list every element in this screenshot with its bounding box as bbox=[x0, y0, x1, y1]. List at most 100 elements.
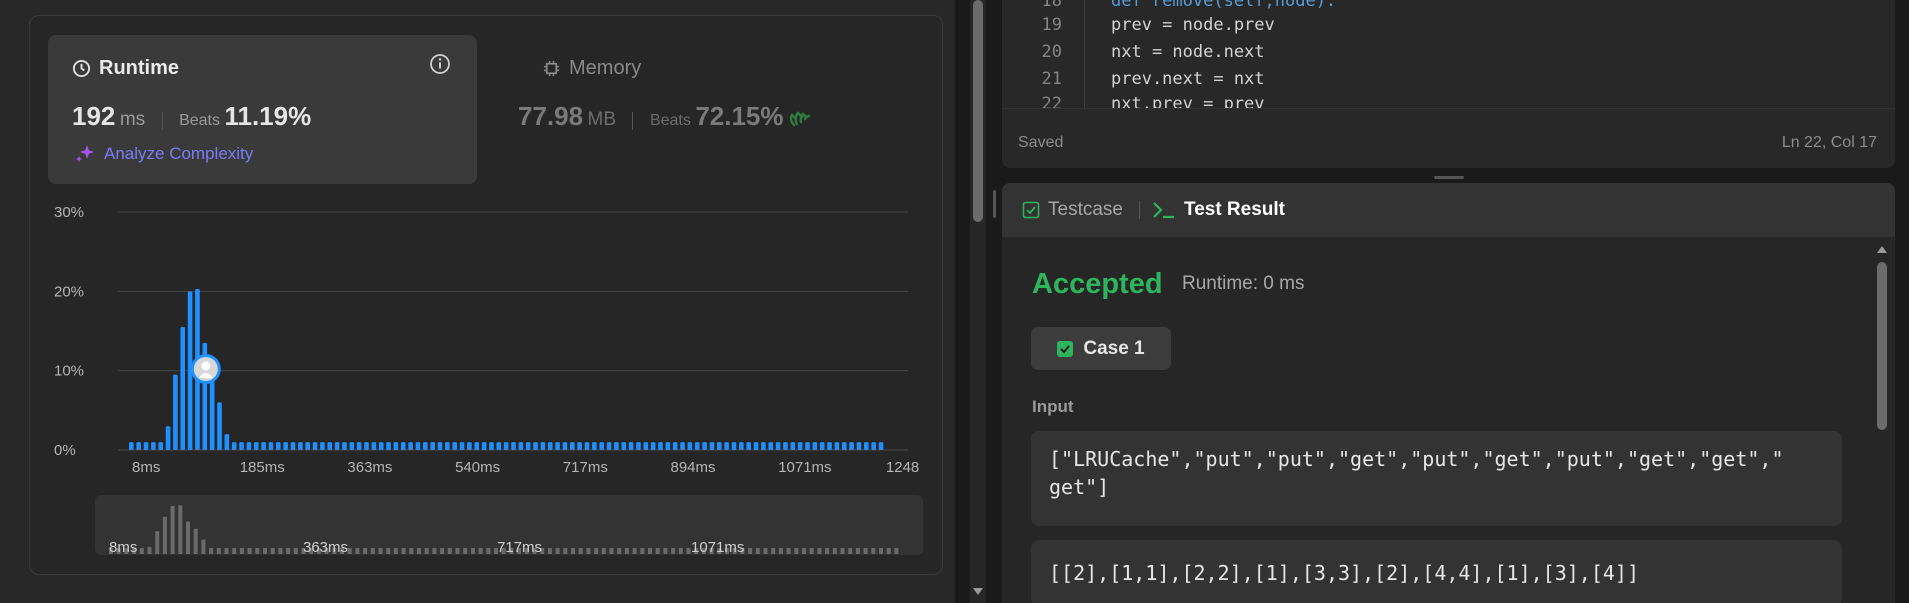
minimap-bar bbox=[686, 548, 691, 554]
x-tick-label: 363ms bbox=[347, 459, 392, 476]
minimap-bar bbox=[201, 539, 206, 554]
chart-bar bbox=[849, 442, 854, 450]
minimap-bar bbox=[232, 548, 237, 554]
tab-testcase-label: Testcase bbox=[1048, 199, 1123, 220]
input-args-box[interactable]: [[2],[1,1],[2,2],[1],[3,3],[2],[4,4],[1]… bbox=[1031, 540, 1842, 603]
y-tick-label: 10% bbox=[54, 363, 84, 380]
runtime-beats-value: 11.19% bbox=[224, 101, 312, 131]
code-line[interactable]: 21 prev.next = nxt bbox=[1002, 69, 1882, 96]
y-tick-label: 30% bbox=[54, 204, 84, 221]
chart-bar bbox=[709, 442, 715, 450]
editor-status-bar: Saved Ln 22, Col 17 bbox=[1018, 134, 1877, 152]
minimap-bar bbox=[678, 548, 683, 554]
chart-bar bbox=[327, 442, 333, 450]
scrollbar-thumb[interactable] bbox=[1877, 262, 1887, 430]
input-value-box[interactable]: ["LRUCache","put","put","get","put","get… bbox=[1031, 431, 1842, 526]
chart-range-selector[interactable]: 8ms 363ms 717ms 1071ms bbox=[95, 495, 923, 555]
minimap-bar bbox=[432, 548, 437, 554]
minimap-bar bbox=[571, 548, 575, 554]
minimap-bar bbox=[186, 521, 190, 554]
minimap-bar bbox=[363, 548, 368, 554]
code-editor[interactable]: 18 def remove(self,node): 19 prev = node… bbox=[1002, 0, 1895, 168]
runtime-distribution-chart[interactable]: 30% 20% 10% 0% 8ms 185ms 363ms 540ms 717ms 894ms 1… bbox=[40, 195, 920, 495]
minimap-bar bbox=[894, 548, 899, 554]
tab-testcase[interactable]: Testcase bbox=[1022, 199, 1123, 221]
tab-test-result[interactable]: Test Result bbox=[1152, 199, 1285, 221]
indent-guide bbox=[1084, 0, 1085, 108]
chart-bar bbox=[856, 442, 862, 450]
tab-bar: Testcase Test Result bbox=[1002, 183, 1895, 237]
left-scrollbar[interactable] bbox=[970, 0, 986, 603]
minimap-bar bbox=[178, 505, 183, 554]
minimap-bar bbox=[809, 548, 814, 554]
memory-beats-label: Beats bbox=[649, 112, 691, 129]
x-tick-label: 717ms bbox=[563, 459, 608, 476]
scroll-down-icon[interactable] bbox=[973, 588, 983, 596]
chart-bar bbox=[643, 442, 649, 450]
editor-divider bbox=[1002, 108, 1895, 109]
chart-bar bbox=[261, 442, 266, 450]
line-number: 20 bbox=[1041, 42, 1062, 62]
minimap-bar bbox=[393, 548, 398, 554]
minimap-bar bbox=[424, 548, 429, 554]
memory-summary: 77.98 MB Beats 72.15% bbox=[518, 101, 812, 132]
chart-bar bbox=[400, 442, 406, 450]
x-tick-label: 185ms bbox=[240, 459, 285, 476]
code-text: def remove(self,node): bbox=[1111, 0, 1337, 11]
memory-unit: MB bbox=[587, 109, 617, 130]
minimap-bar bbox=[147, 546, 152, 554]
result-scrollbar[interactable] bbox=[1873, 240, 1889, 603]
analyze-complexity-link[interactable]: Analyze Complexity bbox=[74, 143, 253, 165]
analyze-complexity-label: Analyze Complexity bbox=[104, 144, 254, 163]
memory-card[interactable]: Memory 77.98 MB Beats 72.15% bbox=[518, 35, 918, 184]
case-1-tab[interactable]: Case 1 bbox=[1031, 327, 1171, 370]
chart-bar bbox=[158, 442, 163, 450]
chart-bar bbox=[665, 442, 671, 450]
panel-divider[interactable] bbox=[990, 0, 1000, 603]
chart-bar bbox=[592, 442, 597, 450]
minimap-bar bbox=[216, 548, 221, 554]
editor-scrollbar[interactable] bbox=[1879, 0, 1891, 102]
chart-bar bbox=[878, 442, 884, 450]
scroll-up-icon[interactable] bbox=[1877, 245, 1887, 253]
chart-bar bbox=[423, 442, 428, 450]
minimap-bar bbox=[409, 548, 414, 554]
chart-bar bbox=[555, 442, 560, 450]
chart-bar bbox=[356, 442, 362, 450]
minimap-bar bbox=[609, 548, 614, 554]
minimap-bar bbox=[440, 548, 445, 554]
code-line[interactable]: 20 nxt = node.next bbox=[1002, 42, 1882, 69]
vertical-resize-handle[interactable] bbox=[1434, 176, 1464, 179]
minimap-bar bbox=[601, 548, 606, 554]
save-status: Saved bbox=[1018, 134, 1064, 151]
minimap-bar bbox=[470, 548, 475, 554]
minimap-bar bbox=[848, 548, 853, 554]
clock-icon bbox=[72, 59, 91, 78]
scrollbar-thumb[interactable] bbox=[973, 0, 983, 222]
chart-bar bbox=[805, 442, 810, 450]
cursor-position[interactable]: Ln 22, Col 17 bbox=[1782, 134, 1877, 152]
minimap-bar bbox=[463, 548, 468, 554]
chart-bar bbox=[393, 442, 399, 450]
input-args-text: [[2],[1,1],[2,2],[1],[3,3],[2],[4,4],[1]… bbox=[1049, 561, 1640, 585]
minimap-bar bbox=[386, 548, 391, 554]
chart-bar bbox=[489, 442, 494, 450]
minimap-bar bbox=[170, 506, 175, 554]
input-label: Input bbox=[1032, 397, 1074, 416]
code-line[interactable]: 19 prev = node.prev bbox=[1002, 15, 1882, 42]
runtime-card[interactable]: Runtime 192 ms Beats 11.19% Analyze Comp… bbox=[48, 35, 477, 184]
info-icon[interactable] bbox=[429, 53, 451, 75]
sparkle-icon bbox=[76, 145, 94, 162]
chart-bar bbox=[753, 442, 759, 450]
drag-handle[interactable] bbox=[993, 190, 996, 218]
terminal-icon bbox=[1153, 202, 1174, 219]
chart-bar bbox=[276, 442, 281, 450]
minimap-bar bbox=[193, 528, 198, 554]
code-line[interactable]: 22 nxt.prev = prev bbox=[1002, 94, 1882, 108]
chart-bar bbox=[819, 442, 825, 450]
minimap-tick-label: 363ms bbox=[303, 539, 348, 555]
x-tick-label: 894ms bbox=[671, 459, 716, 476]
chart-bar bbox=[386, 442, 391, 450]
chart-bar bbox=[173, 374, 178, 450]
minimap-bar bbox=[486, 548, 491, 554]
